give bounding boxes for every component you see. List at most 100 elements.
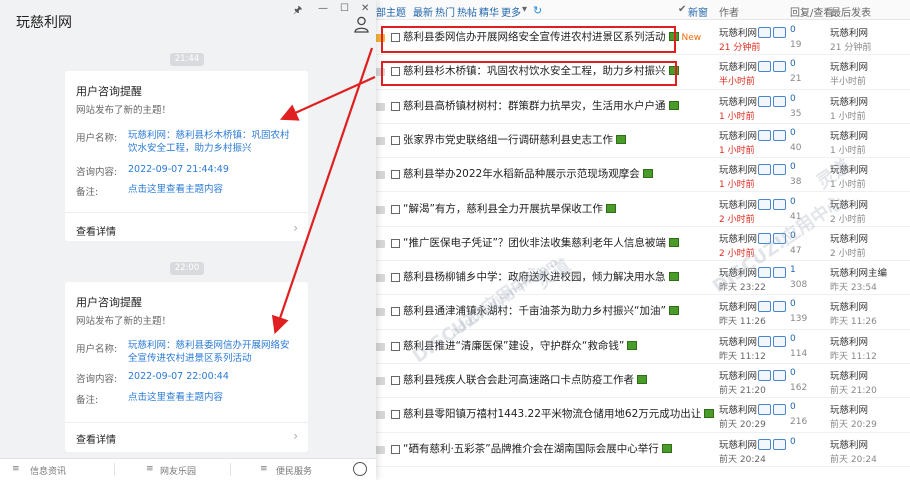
last-poster[interactable]: 玩慈利网 bbox=[830, 128, 868, 142]
tab-community[interactable]: 网友乐园 bbox=[160, 464, 196, 477]
thread-title-text[interactable]: “硒有慈利·五彩茶”品牌推介会在湖南国际会展中心举行 bbox=[403, 443, 659, 455]
message-icon[interactable] bbox=[773, 27, 786, 38]
thread-checkbox[interactable] bbox=[391, 238, 400, 248]
thread-row[interactable]: 慈利县高桥镇材树村：群策群力抗旱灾，生活用水户户通 玩慈利网 1 小时前 0 35 玩慈利… bbox=[360, 90, 910, 124]
emoji-icon[interactable] bbox=[353, 462, 367, 476]
thread-link[interactable]: 玩慈利网：慈利县杉木桥镇：巩固农村饮水安全工程，助力乡村振兴 bbox=[128, 129, 298, 155]
filter-hotpost[interactable]: 热帖 bbox=[457, 4, 477, 19]
thread-author[interactable]: 玩慈利网 bbox=[719, 25, 757, 39]
profile-icon[interactable] bbox=[758, 438, 771, 450]
profile-icon[interactable] bbox=[758, 129, 771, 141]
chevron-down-icon[interactable]: ▾ bbox=[522, 4, 527, 15]
thread-title[interactable]: 张家界市党史联络组一行调研慈利县史志工作 bbox=[403, 132, 626, 147]
profile-icon[interactable] bbox=[758, 232, 771, 244]
thread-title-text[interactable]: 慈利县零阳镇万禧村1443.22平米物流仓储用地62万元成功出让 bbox=[403, 408, 701, 420]
profile-icon[interactable] bbox=[758, 301, 771, 313]
new-window-toggle[interactable]: 新窗 bbox=[688, 4, 708, 19]
profile-icon[interactable] bbox=[758, 61, 771, 73]
last-poster[interactable]: 玩慈利网 bbox=[830, 25, 868, 39]
message-icon[interactable] bbox=[773, 335, 786, 347]
minimize-button[interactable]: — bbox=[318, 3, 328, 14]
thread-title-text[interactable]: 张家界市党史联络组一行调研慈利县史志工作 bbox=[403, 134, 613, 146]
last-poster[interactable]: 玩慈利网 bbox=[830, 368, 868, 382]
view-thread-link[interactable]: 点击这里查看主题内容 bbox=[128, 183, 298, 196]
filter-all[interactable]: 部主题 bbox=[376, 4, 406, 19]
thread-title[interactable]: 慈利县推进“清廉医保”建设，守护群众“救命钱” bbox=[403, 338, 638, 353]
profile-icon[interactable] bbox=[758, 198, 771, 210]
thread-row[interactable]: 慈利县杨柳铺乡中学：政府送水进校园，倾力解决用水急 玩慈利网 昨天 23:22 1 30… bbox=[360, 261, 910, 296]
message-icon[interactable] bbox=[773, 301, 786, 313]
thread-title-text[interactable]: 慈利县推进“清廉医保”建设，守护群众“救命钱” bbox=[403, 340, 624, 352]
thread-row[interactable]: “解渴”有方，慈利县全力开展抗旱保收工作 玩慈利网 2 小时前 0 41 玩慈利网 2 小时… bbox=[360, 193, 910, 227]
thread-row[interactable]: 慈利县零阳镇万禧村1443.22平米物流仓储用地62万元成功出让 玩慈利网 前天 2… bbox=[360, 398, 910, 433]
thread-author[interactable]: 玩慈利网 bbox=[719, 334, 757, 348]
thread-checkbox[interactable] bbox=[391, 67, 400, 77]
thread-row[interactable]: 慈利县残疾人联合会赴河高速路口卡点防疫工作者 玩慈利网 前天 21:20 0 162 玩慈… bbox=[360, 364, 910, 399]
message-icon[interactable] bbox=[773, 95, 786, 107]
thread-checkbox[interactable] bbox=[391, 33, 400, 42]
message-icon[interactable] bbox=[773, 370, 786, 381]
thread-author[interactable]: 玩慈利网 bbox=[719, 162, 757, 176]
last-poster[interactable]: 玩慈利网 bbox=[830, 402, 868, 416]
filter-digest[interactable]: 精华 bbox=[479, 4, 499, 19]
thread-checkbox[interactable] bbox=[391, 170, 400, 180]
last-poster[interactable]: 玩慈利网 bbox=[830, 334, 868, 348]
new-window-check-icon[interactable]: ✔ bbox=[678, 4, 686, 15]
filter-latest[interactable]: 最新 bbox=[413, 4, 433, 19]
thread-row[interactable]: “推广医保电子凭证”？团伙非法收集慈利老年人信息被端 玩慈利网 2 小时前 0 47 玩慈… bbox=[360, 227, 910, 262]
view-thread-link[interactable]: 点击这里查看主题内容 bbox=[128, 391, 298, 404]
last-poster[interactable]: 玩慈利网 bbox=[830, 162, 868, 176]
thread-title[interactable]: 慈利县杉木桥镇：巩固农村饮水安全工程，助力乡村振兴 bbox=[403, 63, 679, 78]
thread-title-text[interactable]: 慈利县高桥镇材树村：群策群力抗旱灾，生活用水户户通 bbox=[403, 100, 666, 112]
message-icon[interactable] bbox=[773, 438, 786, 450]
profile-icon[interactable] bbox=[758, 335, 771, 347]
thread-checkbox[interactable] bbox=[391, 341, 400, 351]
message-icon[interactable] bbox=[773, 129, 786, 141]
thread-title[interactable]: “硒有慈利·五彩茶”品牌推介会在湖南国际会展中心举行 bbox=[403, 441, 672, 456]
thread-row[interactable]: “硒有慈利·五彩茶”品牌推介会在湖南国际会展中心举行 玩慈利网 前天 20:24 0 玩… bbox=[360, 433, 910, 467]
thread-title-text[interactable]: 慈利县残疾人联合会赴河高速路口卡点防疫工作者 bbox=[403, 374, 634, 386]
profile-icon[interactable] bbox=[758, 164, 771, 176]
last-poster[interactable]: 玩慈利网 bbox=[830, 299, 868, 313]
filter-hot[interactable]: 热门 bbox=[435, 4, 455, 19]
thread-title[interactable]: 慈利县高桥镇材树村：群策群力抗旱灾，生活用水户户通 bbox=[403, 98, 679, 113]
thread-checkbox[interactable] bbox=[391, 204, 400, 214]
close-button[interactable]: ✕ bbox=[361, 3, 369, 14]
thread-checkbox[interactable] bbox=[391, 101, 400, 111]
message-icon[interactable] bbox=[773, 232, 786, 244]
thread-title[interactable]: “解渴”有方，慈利县全力开展抗旱保收工作 bbox=[403, 201, 616, 216]
view-details-button[interactable]: 查看详情 bbox=[76, 431, 116, 446]
thread-title[interactable]: 慈利县杨柳铺乡中学：政府送水进校园，倾力解决用水急 bbox=[403, 269, 679, 284]
thread-author[interactable]: 玩慈利网 bbox=[719, 265, 757, 279]
thread-checkbox[interactable] bbox=[391, 444, 400, 454]
thread-title-text[interactable]: “推广医保电子凭证”？团伙非法收集慈利老年人信息被端 bbox=[403, 237, 666, 249]
tab-services[interactable]: 便民服务 bbox=[276, 464, 312, 477]
thread-title-text[interactable]: 慈利县杨柳铺乡中学：政府送水进校园，倾力解决用水急 bbox=[403, 271, 666, 283]
profile-icon[interactable] bbox=[758, 267, 771, 279]
last-poster[interactable]: 玩慈利网 bbox=[830, 59, 868, 73]
thread-checkbox[interactable] bbox=[391, 307, 400, 317]
thread-title-text[interactable]: 慈利县通津浦镇永湖村：千亩油茶为助力乡村振兴“加油” bbox=[403, 305, 666, 317]
thread-title-text[interactable]: “解渴”有方，慈利县全力开展抗旱保收工作 bbox=[403, 203, 603, 215]
thread-title[interactable]: 慈利县委网信办开展网络安全宣传进农村进景区系列活动 New bbox=[403, 29, 701, 44]
thread-author[interactable]: 玩慈利网 bbox=[719, 59, 757, 73]
thread-title-text[interactable]: 慈利县杉木桥镇：巩固农村饮水安全工程，助力乡村振兴 bbox=[403, 65, 666, 77]
thread-row[interactable]: 张家界市党史联络组一行调研慈利县史志工作 玩慈利网 1 小时前 0 40 玩慈利网 1 小时… bbox=[360, 124, 910, 159]
thread-author[interactable]: 玩慈利网 bbox=[719, 368, 757, 382]
thread-row[interactable]: 慈利县杉木桥镇：巩固农村饮水安全工程，助力乡村振兴 玩慈利网 半小时前 0 21 玩慈利网… bbox=[360, 55, 910, 90]
last-poster[interactable]: 玩慈利网 bbox=[830, 231, 868, 245]
thread-checkbox[interactable] bbox=[391, 135, 400, 145]
last-poster[interactable]: 玩慈利网 bbox=[830, 94, 868, 108]
thread-row[interactable]: 慈利县委网信办开展网络安全宣传进农村进景区系列活动 New 玩慈利网 21 分钟前 0 1… bbox=[360, 21, 910, 56]
thread-author[interactable]: 玩慈利网 bbox=[719, 94, 757, 108]
profile-icon[interactable] bbox=[758, 27, 771, 38]
thread-author[interactable]: 玩慈利网 bbox=[719, 299, 757, 313]
profile-icon[interactable] bbox=[758, 370, 771, 381]
message-icon[interactable] bbox=[773, 61, 786, 73]
thread-checkbox[interactable] bbox=[391, 273, 400, 283]
message-icon[interactable] bbox=[773, 164, 786, 176]
thread-title[interactable]: 慈利县零阳镇万禧村1443.22平米物流仓储用地62万元成功出让 bbox=[403, 406, 715, 421]
thread-row[interactable]: 慈利县举办2022年水稻新品种展示示范现场观摩会 玩慈利网 1 小时前 0 38 玩慈利网… bbox=[360, 158, 910, 193]
thread-checkbox[interactable] bbox=[391, 376, 400, 385]
thread-title-text[interactable]: 慈利县委网信办开展网络安全宣传进农村进景区系列活动 bbox=[403, 31, 666, 43]
